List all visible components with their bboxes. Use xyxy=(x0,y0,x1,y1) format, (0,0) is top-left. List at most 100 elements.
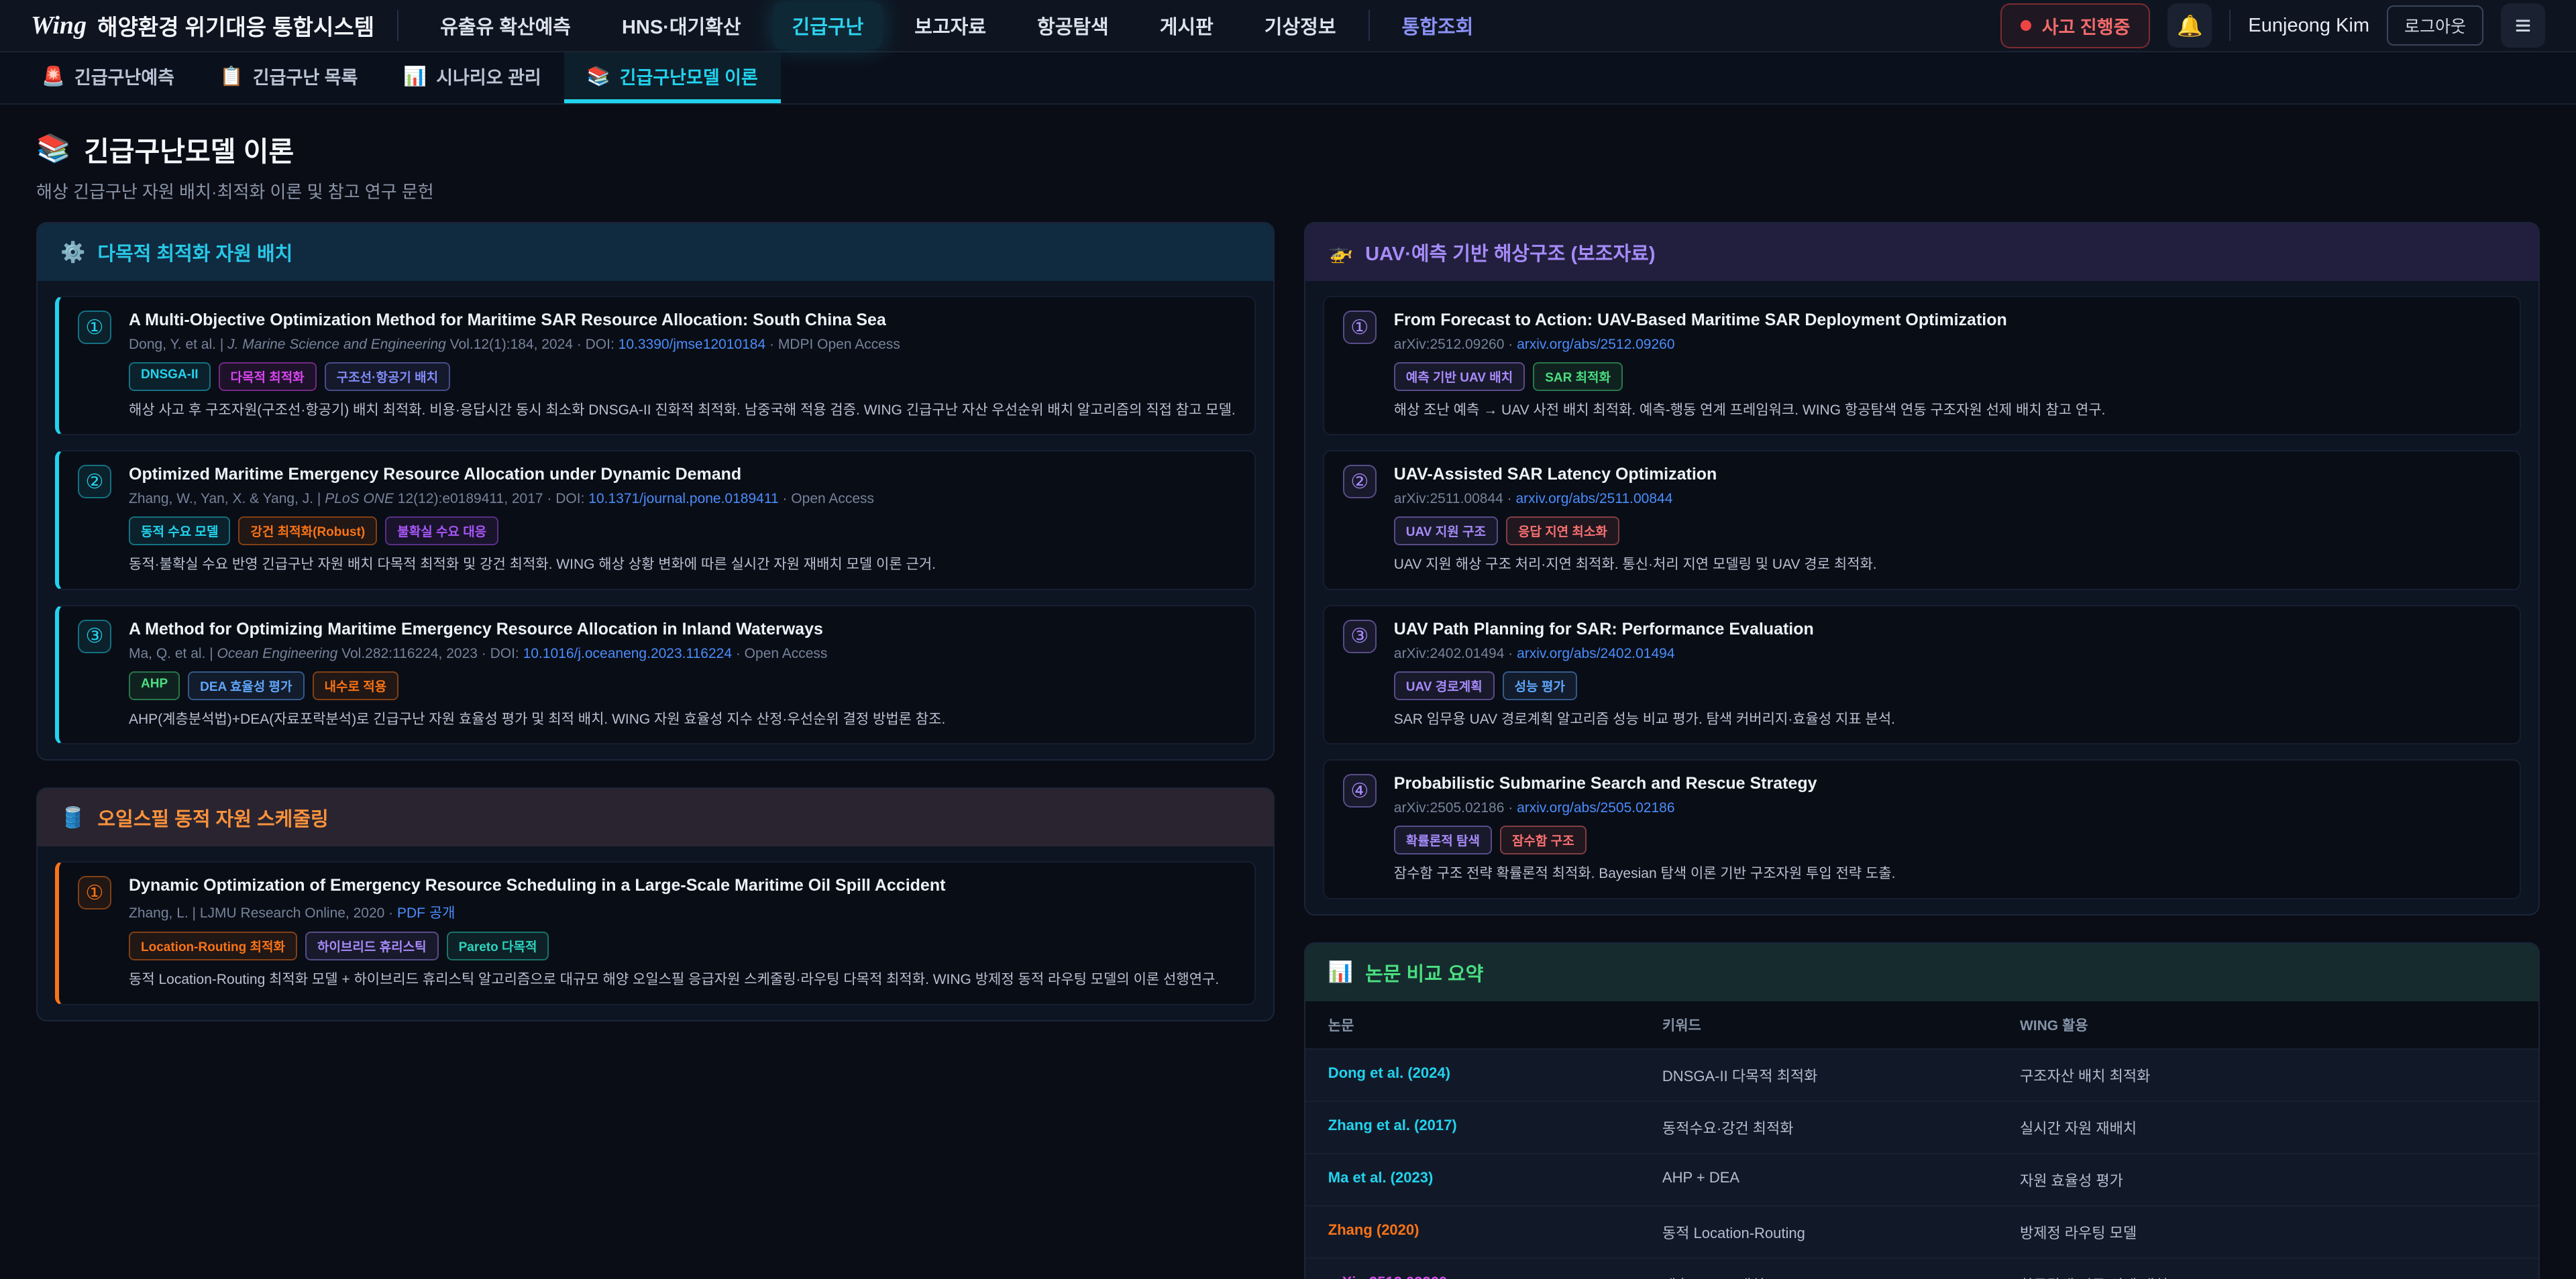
panel-header: 🛢️ 오일스필 동적 자원 스케줄링 xyxy=(38,789,1273,846)
top-nav-right: 사고 진행중 🔔 Eunjeong Kim 로그아웃 ≡ xyxy=(2000,3,2545,48)
panel-uav-rescue: 🚁 UAV·예측 기반 해상구조 (보조자료) ① From Forecast … xyxy=(1304,222,2540,915)
paper-ref-link[interactable]: arXiv:2512.09260 xyxy=(1305,1259,1640,1279)
books-icon: 📚 xyxy=(587,65,610,87)
logout-button[interactable]: 로그아웃 xyxy=(2387,5,2483,46)
arxiv-link[interactable]: arxiv.org/abs/2512.09260 xyxy=(1517,337,1674,352)
panel-header: ⚙️ 다목적 최적화 자원 배치 xyxy=(38,223,1273,281)
nav-item-emergency-rescue[interactable]: 긴급구난 xyxy=(773,2,883,49)
nav-item-weather[interactable]: 기상정보 xyxy=(1246,2,1355,49)
menu-button[interactable]: ≡ xyxy=(2501,3,2545,48)
paper-arxiv-id: arXiv:2511.00844 · xyxy=(1394,491,1516,506)
paper-number-badge: ③ xyxy=(78,620,111,653)
arxiv-link[interactable]: arxiv.org/abs/2505.02186 xyxy=(1517,800,1674,816)
paper-meta: arXiv:2512.09260 · arxiv.org/abs/2512.09… xyxy=(1394,337,2501,353)
main-nav: 유출유 확산예측 HNS·대기확산 긴급구난 보고자료 항공탐색 게시판 기상정… xyxy=(421,2,1492,49)
incident-status-badge[interactable]: 사고 진행중 xyxy=(2000,3,2151,48)
tag: 내수로 적용 xyxy=(313,671,399,700)
paper-ref-link[interactable]: Dong et al. (2024) xyxy=(1305,1050,1640,1101)
books-icon: 📚 xyxy=(36,133,70,165)
paper-description: UAV 지원 해상 구조 처리·지연 최적화. 통신·처리 지연 모델링 및 U… xyxy=(1394,555,2501,575)
clipboard-icon: 📋 xyxy=(220,65,244,87)
page-title: 📚 긴급구난모델 이론 xyxy=(36,129,2540,169)
nav-item-integrated-search[interactable]: 통합조회 xyxy=(1383,2,1493,49)
table-row[interactable]: arXiv:2512.09260 예측→UAV 배치 항공탐색 연동 선제 배치 xyxy=(1305,1258,2538,1279)
main-content: ⚙️ 다목적 최적화 자원 배치 ① A Multi-Objective Opt… xyxy=(0,222,2576,1279)
tag-list: Location-Routing 최적화 하이브리드 휴리스틱 Pareto 다… xyxy=(129,932,1236,960)
tag: Pareto 다목적 xyxy=(447,932,549,960)
pdf-link[interactable]: PDF 공개 xyxy=(397,905,455,921)
nav-item-aerial-search[interactable]: 항공탐색 xyxy=(1018,2,1128,49)
table-row[interactable]: Ma et al. (2023) AHP + DEA 자원 효율성 평가 xyxy=(1305,1153,2538,1205)
tab-rescue-prediction[interactable]: 🚨 긴급구난예측 xyxy=(19,52,197,103)
paper-card: ④ Probabilistic Submarine Search and Res… xyxy=(1323,759,2521,899)
paper-meta: Ma, Q. et al. | Ocean Engineering Vol.28… xyxy=(129,646,1236,662)
doi-link[interactable]: 10.3390/jmse12010184 xyxy=(619,337,766,352)
chart-icon: 📊 xyxy=(403,65,427,87)
tab-rescue-model-theory[interactable]: 📚 긴급구난모델 이론 xyxy=(564,52,781,103)
paper-description: AHP(계층분석법)+DEA(자료포락분석)로 긴급구난 자원 효율성 평가 및… xyxy=(129,710,1236,730)
notification-button[interactable]: 🔔 xyxy=(2167,3,2212,48)
paper-number-badge: ① xyxy=(1343,311,1377,344)
right-column: 🚁 UAV·예측 기반 해상구조 (보조자료) ① From Forecast … xyxy=(1304,222,2540,1279)
paper-journal: Ocean Engineering xyxy=(217,646,338,661)
paper-card: ① From Forecast to Action: UAV-Based Mar… xyxy=(1323,296,2521,435)
paper-meta: Dong, Y. et al. | J. Marine Science and … xyxy=(129,337,1236,353)
doi-link[interactable]: 10.1016/j.oceaneng.2023.116224 xyxy=(523,646,732,661)
table-row[interactable]: Dong et al. (2024) DNSGA-II 다목적 최적화 구조자산… xyxy=(1305,1048,2538,1101)
nav-item-hns[interactable]: HNS·대기확산 xyxy=(603,2,760,49)
paper-description: 해상 사고 후 구조자원(구조선·항공기) 배치 최적화. 비용·응답시간 동시… xyxy=(129,400,1236,421)
paper-body: A Multi-Objective Optimization Method fo… xyxy=(129,311,1236,421)
nav-item-reports[interactable]: 보고자료 xyxy=(896,2,1005,49)
paper-authors: Zhang, W., Yan, X. & Yang, J. | xyxy=(129,491,325,506)
wing-usage-cell: 방제정 라우팅 모델 xyxy=(1997,1207,2538,1258)
tag: 성능 평가 xyxy=(1503,671,1577,700)
paper-ref-link[interactable]: Ma et al. (2023) xyxy=(1305,1154,1640,1205)
nav-item-oil-spill[interactable]: 유출유 확산예측 xyxy=(421,2,590,49)
paper-journal: J. Marine Science and Engineering xyxy=(227,337,446,352)
top-nav: Wing 해양환경 위기대응 통합시스템 유출유 확산예측 HNS·대기확산 긴… xyxy=(0,0,2576,52)
paper-card: ② Optimized Maritime Emergency Resource … xyxy=(55,450,1256,590)
table-row[interactable]: Zhang et al. (2017) 동적수요·강건 최적화 실시간 자원 재… xyxy=(1305,1101,2538,1153)
panel-multiobjective-optimization: ⚙️ 다목적 최적화 자원 배치 ① A Multi-Objective Opt… xyxy=(36,222,1275,761)
helicopter-icon: 🚁 xyxy=(1328,241,1353,264)
tag: 확률론적 탐색 xyxy=(1394,826,1492,854)
paper-meta: Zhang, W., Yan, X. & Yang, J. | PLoS ONE… xyxy=(129,491,1236,507)
user-name: Eunjeong Kim xyxy=(2248,15,2369,37)
arxiv-link[interactable]: arxiv.org/abs/2511.00844 xyxy=(1516,491,1673,506)
paper-ref-link[interactable]: Zhang (2020) xyxy=(1305,1207,1640,1258)
nav-item-board[interactable]: 게시판 xyxy=(1141,2,1232,49)
paper-number-badge: ④ xyxy=(1343,774,1377,808)
tab-scenario-management[interactable]: 📊 시나리오 관리 xyxy=(380,52,564,103)
arxiv-link[interactable]: arxiv.org/abs/2402.01494 xyxy=(1517,646,1674,661)
paper-volume: 12(12):e0189411, 2017 · DOI: xyxy=(394,491,588,506)
paper-number-badge: ② xyxy=(78,465,111,498)
sub-tab-bar: 🚨 긴급구난예측 📋 긴급구난 목록 📊 시나리오 관리 📚 긴급구난모델 이론 xyxy=(0,52,2576,105)
paper-body: Optimized Maritime Emergency Resource Al… xyxy=(129,465,1236,575)
incident-label: 사고 진행중 xyxy=(2042,13,2131,39)
paper-title: Probabilistic Submarine Search and Rescu… xyxy=(1394,774,2501,793)
app-logo: Wing 해양환경 위기대응 통합시스템 xyxy=(31,9,374,42)
gear-icon: ⚙️ xyxy=(60,241,85,264)
tag: 다목적 최적화 xyxy=(219,362,317,391)
paper-volume: Vol.12(1):184, 2024 · DOI: xyxy=(446,337,619,352)
paper-ref-link[interactable]: Zhang et al. (2017) xyxy=(1305,1102,1640,1153)
keyword-cell: 동적 Location-Routing xyxy=(1640,1207,1997,1258)
tag: 응답 지연 최소화 xyxy=(1506,516,1619,545)
tag: UAV 지원 구조 xyxy=(1394,516,1498,545)
paper-body: UAV-Assisted SAR Latency Optimization ar… xyxy=(1394,465,2501,575)
paper-body: Probabilistic Submarine Search and Rescu… xyxy=(1394,774,2501,884)
paper-card: ① A Multi-Objective Optimization Method … xyxy=(55,296,1256,435)
paper-description: 해상 조난 예측 → UAV 사전 배치 최적화. 예측-행동 연계 프레임워크… xyxy=(1394,400,2501,421)
paper-arxiv-id: arXiv:2512.09260 · xyxy=(1394,337,1517,352)
panel-header: 🚁 UAV·예측 기반 해상구조 (보조자료) xyxy=(1305,223,2538,281)
table-row[interactable]: Zhang (2020) 동적 Location-Routing 방제정 라우팅… xyxy=(1305,1205,2538,1258)
paper-title: A Multi-Objective Optimization Method fo… xyxy=(129,311,1236,330)
tag: DEA 효율성 평가 xyxy=(188,671,304,700)
tag: 잠수함 구조 xyxy=(1500,826,1587,854)
doi-link[interactable]: 10.1371/journal.pone.0189411 xyxy=(588,491,778,506)
tab-rescue-list[interactable]: 📋 긴급구난 목록 xyxy=(197,52,380,103)
wing-usage-cell: 구조자산 배치 최적화 xyxy=(1997,1050,2538,1101)
paper-meta: arXiv:2511.00844 · arxiv.org/abs/2511.00… xyxy=(1394,491,2501,507)
paper-description: 잠수함 구조 전략 확률론적 최적화. Bayesian 탐색 이론 기반 구조… xyxy=(1394,864,2501,884)
paper-body: UAV Path Planning for SAR: Performance E… xyxy=(1394,620,2501,730)
